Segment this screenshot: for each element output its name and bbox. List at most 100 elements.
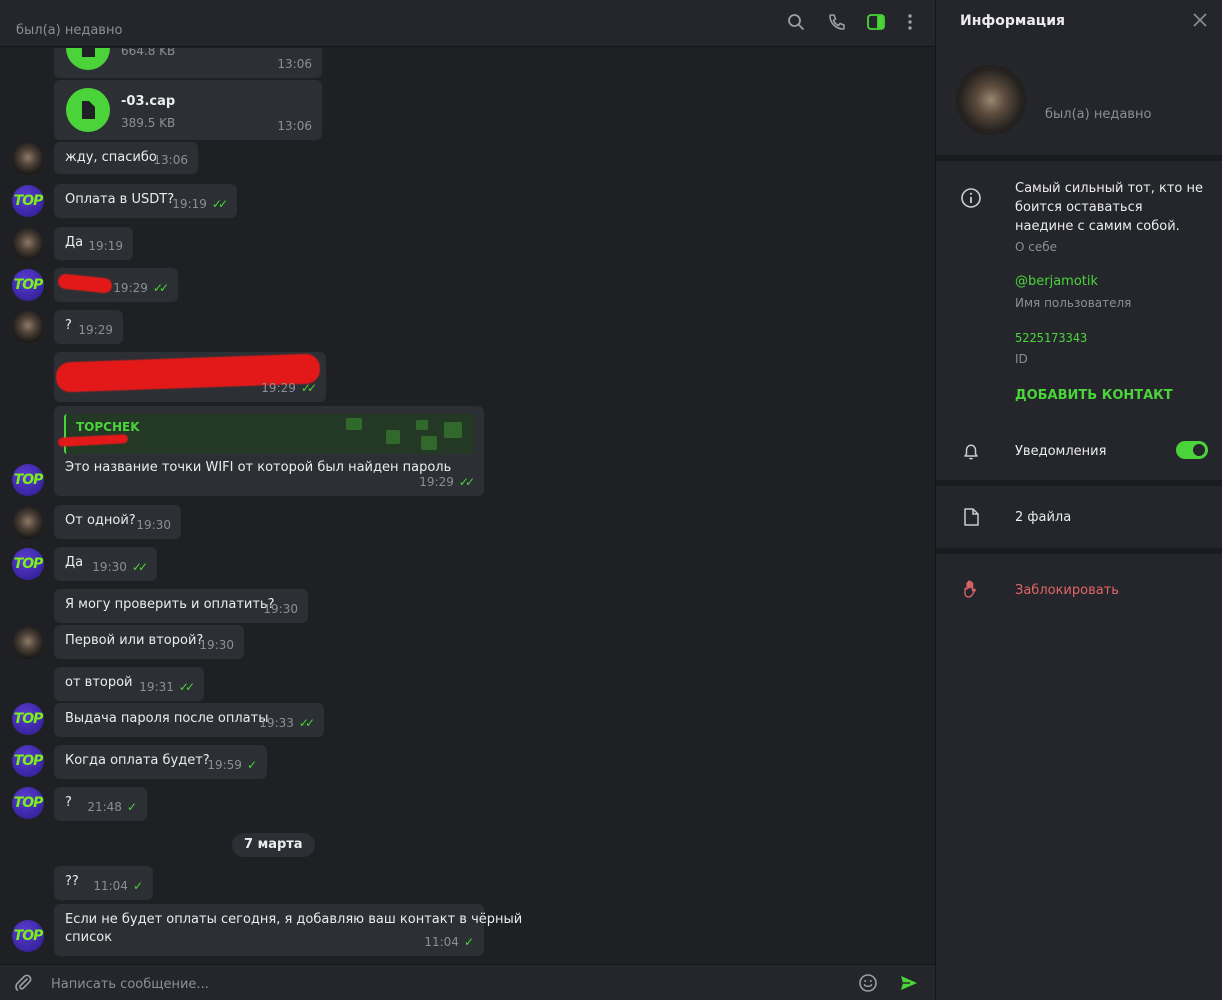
message-time: 19:29 bbox=[261, 381, 296, 395]
search-icon[interactable] bbox=[785, 11, 807, 33]
message-time: 13:06 bbox=[277, 57, 312, 71]
section-divider bbox=[936, 480, 1222, 486]
profile-username[interactable]: @berjamotik bbox=[1015, 274, 1098, 289]
avatar-label: TOP bbox=[13, 472, 44, 488]
section-divider bbox=[936, 548, 1222, 554]
profile-id[interactable]: 5225173343 bbox=[1015, 331, 1087, 345]
message-time: 19:30 bbox=[136, 518, 171, 532]
read-ticks-icon: ✓✓ bbox=[178, 680, 195, 694]
contact-avatar[interactable] bbox=[12, 228, 44, 260]
message-meta: 21:48 ✓ bbox=[87, 800, 137, 814]
contact-avatar[interactable] bbox=[12, 143, 44, 175]
chat-area: был(а) недавно 664.8 KB 13:06 -03.cap 38… bbox=[0, 0, 935, 1000]
message-text: от второй bbox=[65, 675, 133, 690]
message-text: Оплата в USDT? bbox=[65, 192, 175, 207]
contact-avatar[interactable] bbox=[12, 627, 44, 659]
message-text-line: Если не будет оплаты сегодня, я добавляю… bbox=[65, 912, 523, 927]
message-meta: 19:31 ✓✓ bbox=[139, 680, 195, 694]
message-time: 19:31 bbox=[139, 680, 174, 694]
outgoing-message: 19:29 ✓✓ bbox=[54, 352, 326, 402]
more-menu-icon[interactable] bbox=[899, 11, 921, 33]
message-meta: 19:30 bbox=[263, 602, 298, 616]
my-avatar[interactable]: TOP bbox=[12, 703, 44, 735]
read-ticks-icon: ✓✓ bbox=[458, 475, 475, 489]
section-divider bbox=[936, 155, 1222, 161]
attach-icon[interactable] bbox=[12, 972, 34, 994]
block-user-button[interactable]: Заблокировать bbox=[1015, 583, 1119, 598]
message-time: 19:30 bbox=[263, 602, 298, 616]
message-composer bbox=[0, 964, 935, 1000]
message-text: жду, спасибо bbox=[65, 150, 157, 165]
sidebar-toggle-icon[interactable] bbox=[865, 11, 887, 33]
my-avatar[interactable]: TOP bbox=[12, 269, 44, 301]
sent-tick-icon: ✓ bbox=[132, 879, 143, 893]
contact-avatar[interactable] bbox=[12, 507, 44, 539]
id-label: ID bbox=[1015, 352, 1028, 366]
panel-title: Информация bbox=[960, 13, 1065, 29]
my-avatar[interactable]: TOP bbox=[12, 464, 44, 496]
message-time: 13:06 bbox=[277, 119, 312, 133]
message-time: 13:06 bbox=[153, 153, 188, 167]
file-message[interactable]: 664.8 KB 13:06 bbox=[54, 48, 322, 78]
message-time: 19:19 bbox=[88, 239, 123, 253]
message-time: 19:19 bbox=[172, 197, 207, 211]
my-avatar[interactable]: TOP bbox=[12, 920, 44, 952]
message-time: 19:59 bbox=[207, 758, 242, 772]
read-ticks-icon: ✓✓ bbox=[298, 716, 315, 730]
incoming-message: жду, спасибо 13:06 bbox=[54, 142, 198, 174]
send-icon[interactable] bbox=[898, 972, 920, 994]
my-avatar[interactable]: TOP bbox=[12, 548, 44, 580]
message-meta: 19:29 bbox=[78, 323, 113, 337]
contact-avatar[interactable] bbox=[12, 311, 44, 343]
sent-tick-icon: ✓ bbox=[126, 800, 137, 814]
message-meta: 19:30 bbox=[136, 518, 171, 532]
read-ticks-icon: ✓✓ bbox=[131, 560, 148, 574]
hand-block-icon bbox=[960, 578, 982, 600]
file-icon[interactable] bbox=[66, 88, 110, 132]
incoming-message: Да 19:19 bbox=[54, 227, 133, 260]
message-meta: 13:06 bbox=[153, 153, 188, 167]
notifications-toggle[interactable] bbox=[1176, 441, 1208, 459]
avatar-label: TOP bbox=[13, 795, 44, 811]
message-text: ? bbox=[65, 795, 72, 810]
close-icon[interactable] bbox=[1192, 12, 1208, 28]
message-text: Выдача пароля после оплаты bbox=[65, 711, 269, 726]
file-size: 664.8 KB bbox=[121, 48, 176, 58]
avatar-label: TOP bbox=[13, 753, 44, 769]
message-meta: 19:29 ✓✓ bbox=[113, 281, 169, 295]
outgoing-message: от второй 19:31 ✓✓ bbox=[54, 667, 204, 701]
outgoing-message: Если не будет оплаты сегодня, я добавляю… bbox=[54, 904, 522, 956]
message-meta: 19:29 ✓✓ bbox=[419, 475, 475, 489]
message-meta: 13:06 bbox=[277, 119, 312, 133]
my-avatar[interactable]: TOP bbox=[12, 787, 44, 819]
emoji-icon[interactable] bbox=[857, 972, 879, 994]
outgoing-reply-message: TOPCHEK Это название точки WIFI от котор… bbox=[54, 406, 484, 496]
my-avatar[interactable]: TOP bbox=[12, 185, 44, 217]
message-meta: 11:04 ✓ bbox=[424, 935, 474, 949]
phone-icon[interactable] bbox=[826, 11, 848, 33]
incoming-message: От одной? 19:30 bbox=[54, 505, 181, 539]
message-meta: 19:30 bbox=[199, 638, 234, 652]
message-time: 19:29 bbox=[113, 281, 148, 295]
message-text-line: список bbox=[65, 930, 113, 945]
add-contact-button[interactable]: ДОБАВИТЬ КОНТАКТ bbox=[1015, 388, 1173, 403]
reply-preview-blur bbox=[421, 436, 437, 450]
my-avatar[interactable]: TOP bbox=[12, 745, 44, 777]
file-icon[interactable] bbox=[66, 48, 110, 70]
message-meta: 19:19 bbox=[88, 239, 123, 253]
message-list[interactable]: 664.8 KB 13:06 -03.cap 389.5 KB 13:06 жд… bbox=[0, 48, 935, 963]
outgoing-message: Оплата в USDT? 19:19 ✓✓ bbox=[54, 184, 237, 218]
message-input[interactable] bbox=[51, 974, 831, 994]
file-message[interactable]: -03.cap 389.5 KB 13:06 bbox=[54, 80, 322, 140]
message-text: От одной? bbox=[65, 513, 136, 528]
message-meta: 19:29 ✓✓ bbox=[261, 381, 317, 395]
bell-icon bbox=[960, 440, 982, 462]
incoming-message: ? 19:29 bbox=[54, 310, 123, 344]
outgoing-message: Выдача пароля после оплаты 19:33 ✓✓ bbox=[54, 703, 324, 737]
shared-files-link[interactable]: 2 файла bbox=[1015, 510, 1071, 525]
message-text: Я могу проверить и оплатить? bbox=[65, 597, 275, 612]
outgoing-message: ? 21:48 ✓ bbox=[54, 787, 147, 821]
profile-bio: Самый сильный тот, кто не боится остават… bbox=[1015, 181, 1203, 234]
outgoing-message: ?? 11:04 ✓ bbox=[54, 866, 153, 900]
profile-avatar[interactable] bbox=[956, 65, 1026, 135]
